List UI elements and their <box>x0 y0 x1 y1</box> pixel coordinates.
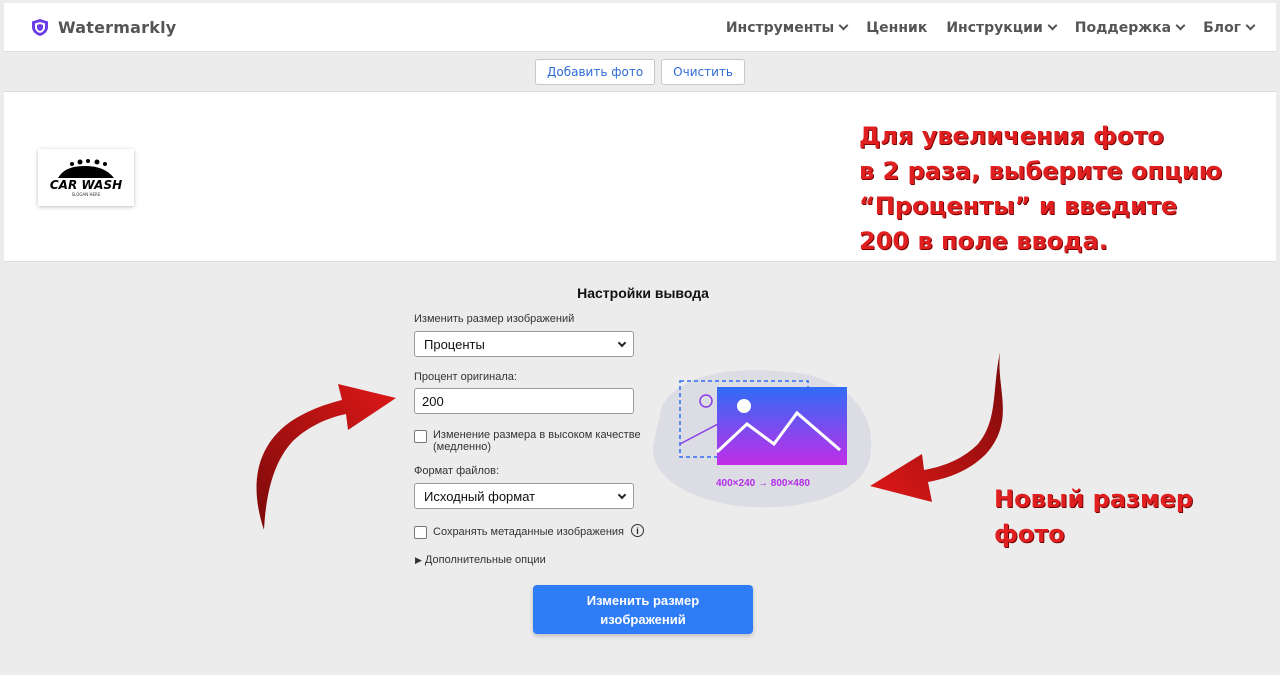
svg-text:SLOGAN HERE: SLOGAN HERE <box>72 192 101 197</box>
hq-resize-label-line: Изменение размера в высоком качестве <box>433 429 641 441</box>
nav-support-label: Поддержка <box>1074 19 1172 36</box>
annotation-line: в 2 раза, выберите опцию <box>859 157 1223 185</box>
resize-label: Изменить размер изображений <box>414 313 575 325</box>
resize-mode-select[interactable]: Проценты <box>414 331 634 357</box>
more-options-toggle[interactable]: ▶ Дополнительные опции <box>415 554 546 566</box>
image-thumbnail[interactable]: CAR WASH SLOGAN HERE <box>38 149 134 206</box>
resize-button-line: изображений <box>600 611 686 627</box>
metadata-checkbox[interactable] <box>414 526 427 539</box>
chevron-down-icon <box>838 20 849 31</box>
resize-mode-value: Проценты <box>424 336 485 352</box>
nav-pricing[interactable]: Ценник <box>866 20 927 36</box>
nav-blog-label: Блог <box>1203 19 1241 36</box>
nav-pricing-label: Ценник <box>866 19 928 36</box>
resize-illustration <box>653 370 872 508</box>
percent-input[interactable]: 200 <box>414 388 634 414</box>
format-label: Формат файлов: <box>414 465 500 477</box>
percent-label: Процент оригинала: <box>414 371 517 383</box>
hq-resize-checkbox[interactable] <box>414 430 427 443</box>
red-arrow-left-icon <box>256 384 396 530</box>
annotation-line: 200 в поле ввода. <box>859 227 1108 255</box>
top-header: Watermarkly Инструменты Ценник Инструкци… <box>4 3 1276 52</box>
toolbar: Добавить фото Очистить <box>4 52 1276 92</box>
main-nav: Инструменты Ценник Инструкции Поддержка … <box>707 3 1256 52</box>
format-select[interactable]: Исходный формат <box>414 483 634 509</box>
svg-text:CAR WASH: CAR WASH <box>50 178 122 192</box>
triangle-right-icon: ▶ <box>415 554 422 565</box>
resize-images-button[interactable]: Изменить размер изображений <box>533 585 753 634</box>
hq-resize-label-line: (медленно) <box>433 441 491 453</box>
nav-tools[interactable]: Инструменты <box>725 19 849 36</box>
chevron-down-icon <box>617 490 627 500</box>
annotation-instruction: Для увеличения фото в 2 раза, выберите о… <box>859 119 1222 259</box>
add-photo-button[interactable]: Добавить фото <box>535 58 656 85</box>
annotation-line: фото <box>994 520 1065 548</box>
nav-guides-label: Инструкции <box>946 19 1043 36</box>
brand-name: Watermarkly <box>58 17 177 37</box>
chevron-down-icon <box>1047 20 1058 31</box>
metadata-label: Сохранять метаданные изображения <box>433 526 625 538</box>
chevron-down-icon <box>1175 20 1186 31</box>
shield-icon <box>32 18 48 36</box>
annotation-line: Для увеличения фото <box>859 122 1164 150</box>
resize-button-line: Изменить размер <box>586 592 700 608</box>
nav-guides[interactable]: Инструкции <box>946 19 1058 36</box>
car-wash-logo: CAR WASH SLOGAN HERE <box>50 158 122 197</box>
annotation-new-size: Новый размер фото <box>994 482 1193 552</box>
hq-resize-option: Изменение размера в высоком качестве (ме… <box>414 429 641 453</box>
format-value: Исходный формат <box>424 488 536 504</box>
chevron-down-icon <box>1245 20 1256 31</box>
info-icon[interactable]: i <box>631 524 645 537</box>
brand-logo[interactable]: Watermarkly <box>32 18 176 37</box>
nav-blog[interactable]: Блог <box>1203 19 1256 36</box>
metadata-option: Сохранять метаданные изображения i <box>414 524 645 539</box>
clear-button[interactable]: Очистить <box>661 58 745 85</box>
chevron-down-icon <box>617 338 627 348</box>
annotation-line: “Проценты” и введите <box>859 192 1178 220</box>
size-caption: 400×240 → 800×480 <box>716 478 810 489</box>
more-options-label: Дополнительные опции <box>424 554 546 566</box>
hq-resize-label: Изменение размера в высоком качестве (ме… <box>433 429 641 453</box>
red-arrow-right-icon <box>870 352 1003 502</box>
nav-support[interactable]: Поддержка <box>1074 19 1186 36</box>
settings-title: Настройки вывода <box>577 285 709 301</box>
nav-tools-label: Инструменты <box>725 19 835 36</box>
annotation-line: Новый размер <box>994 485 1194 513</box>
